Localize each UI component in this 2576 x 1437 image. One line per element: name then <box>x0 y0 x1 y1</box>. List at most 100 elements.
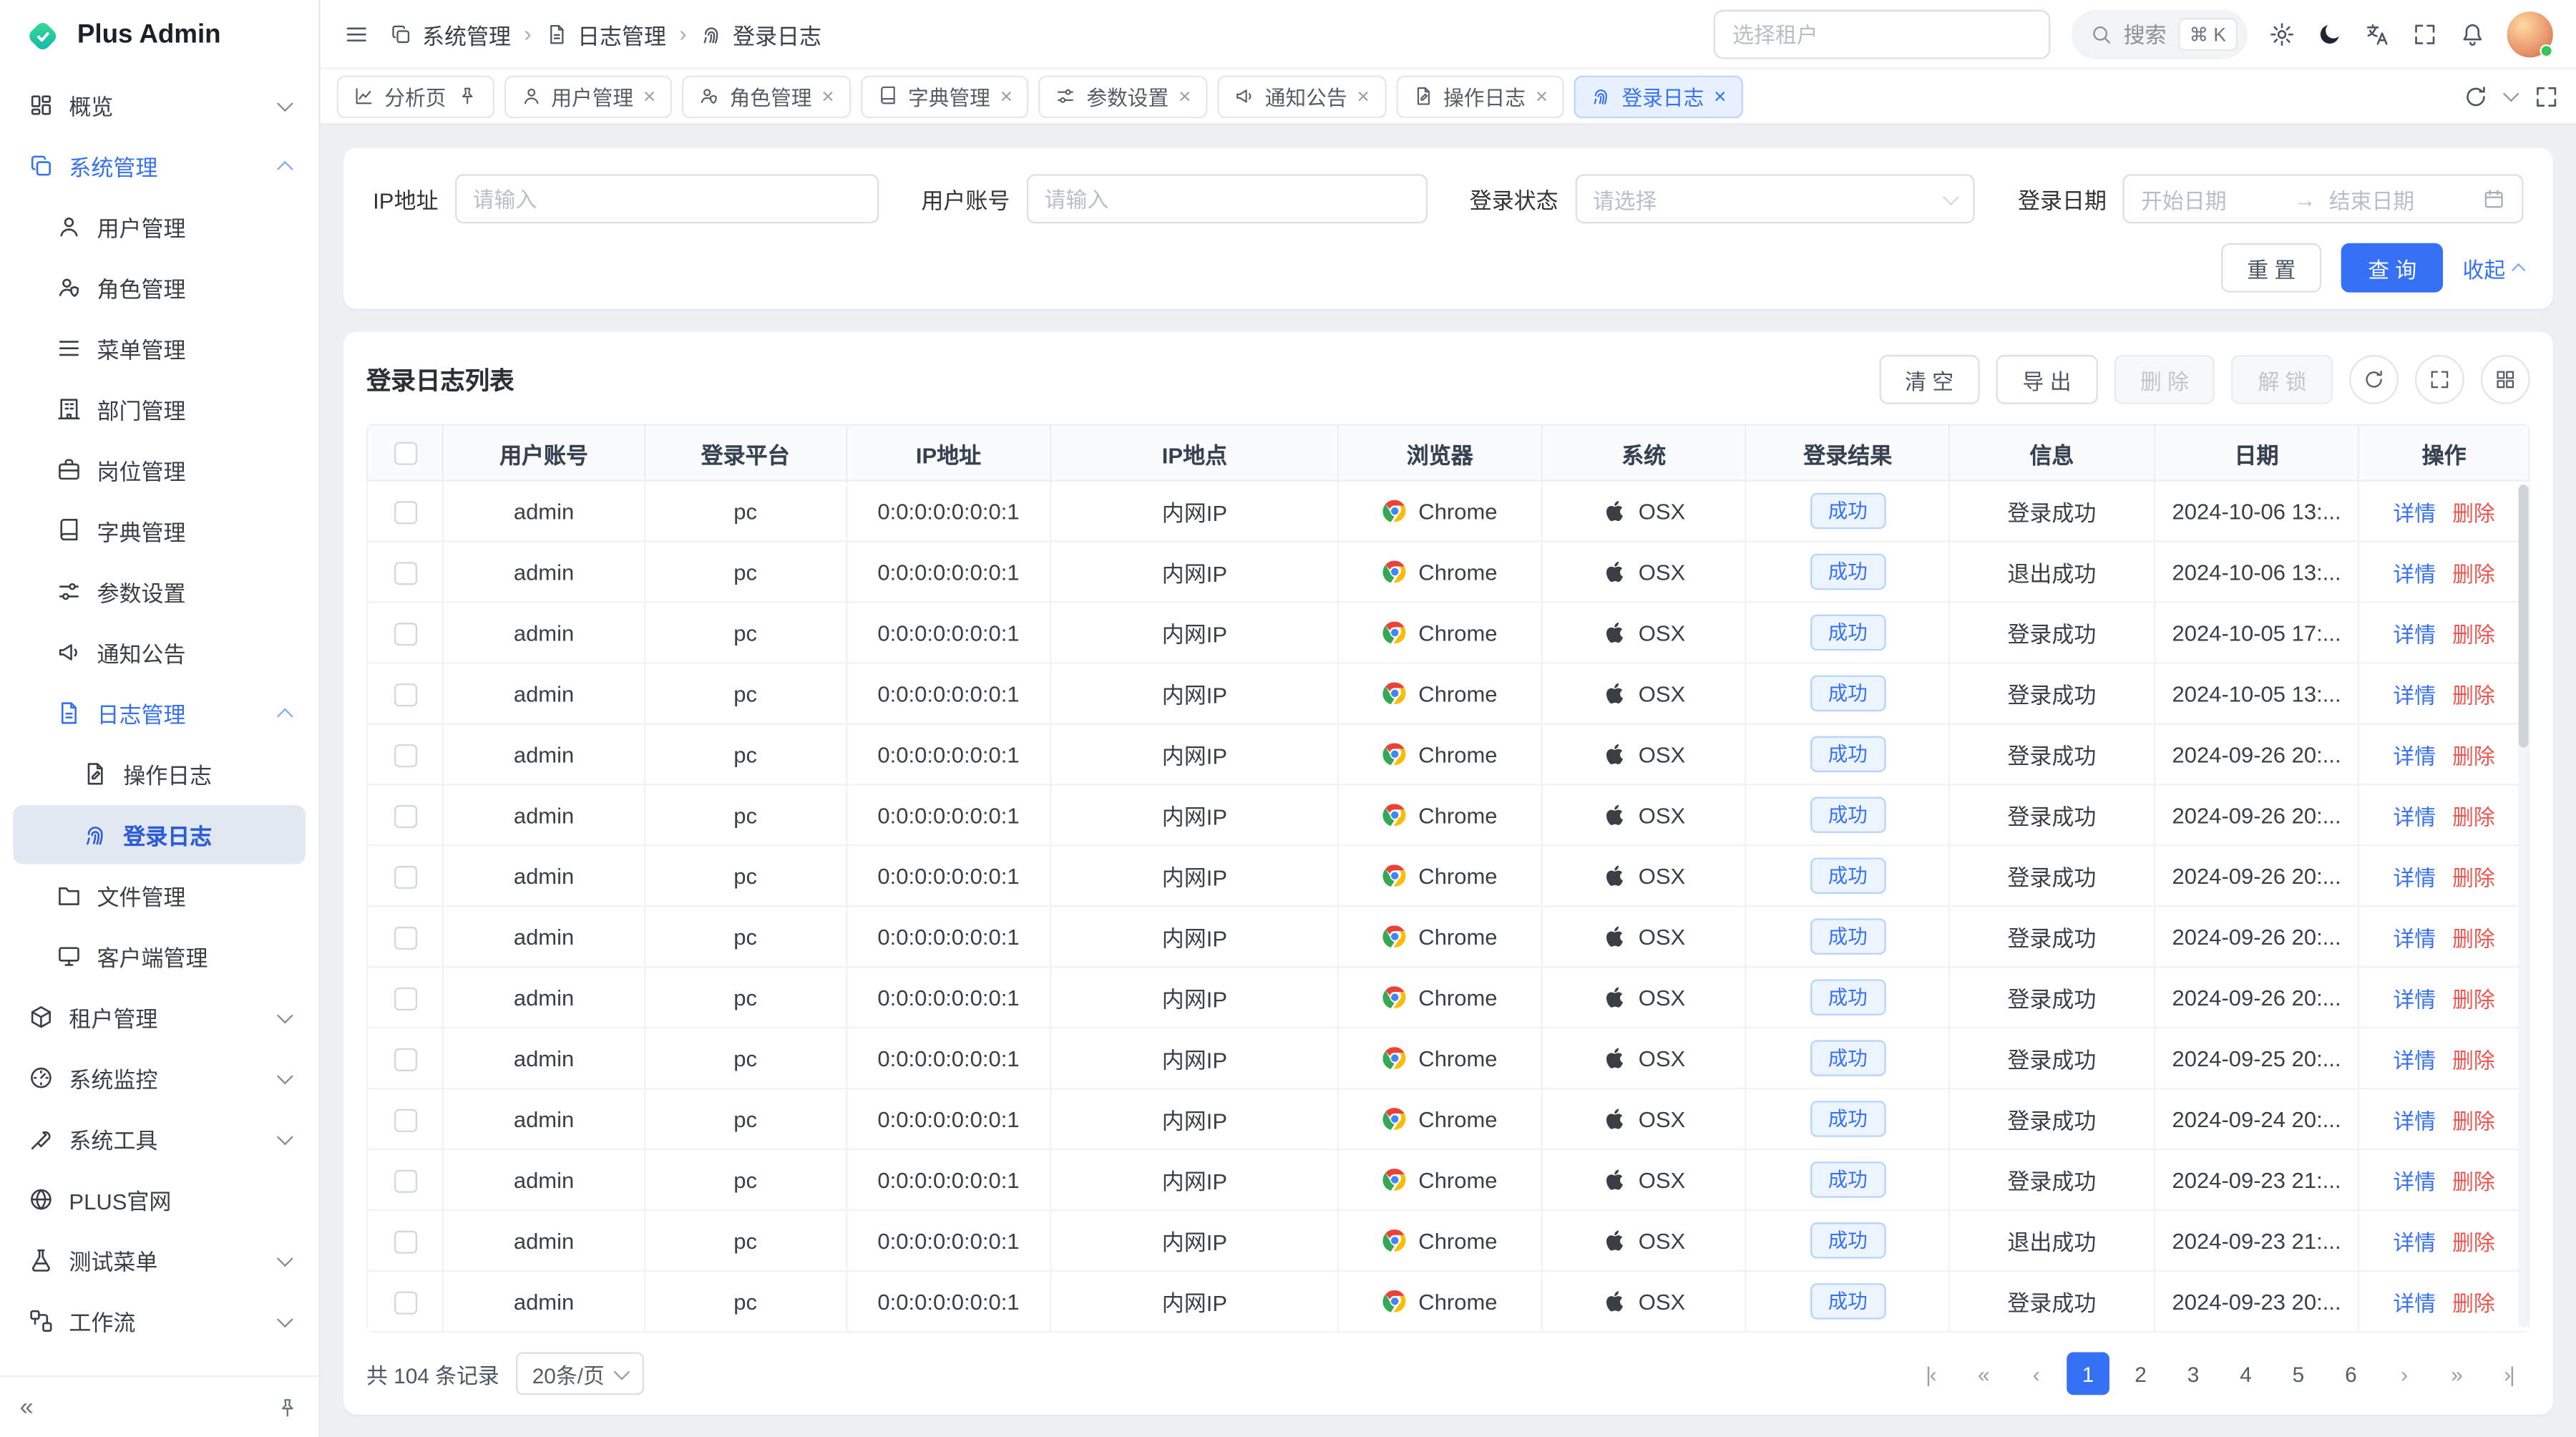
tab-analysis[interactable]: 分析页 <box>337 74 494 117</box>
tab-role[interactable]: 角色管理× <box>682 74 851 117</box>
sidebar-item-operlog[interactable]: 操作日志 <box>13 744 306 804</box>
sidebar-item-post[interactable]: 岗位管理 <box>13 440 306 500</box>
delete-link[interactable]: 删除 <box>2452 683 2495 707</box>
detail-link[interactable]: 详情 <box>2393 804 2436 829</box>
sidebar-item-loginlog[interactable]: 登录日志 <box>13 805 306 864</box>
breadcrumb-item-system[interactable]: 系统管理 <box>389 17 511 50</box>
breadcrumb-item-loginlog[interactable]: 登录日志 <box>700 17 821 50</box>
delete-link[interactable]: 删除 <box>2452 926 2495 950</box>
first-page-button[interactable]: |‹ <box>1909 1353 1952 1395</box>
delete-link[interactable]: 删除 <box>2452 1109 2495 1133</box>
next-pages-button[interactable]: » <box>2435 1353 2478 1395</box>
detail-link[interactable]: 详情 <box>2393 1169 2436 1194</box>
sidebar-item-plus-site[interactable]: PLUS官网 <box>13 1170 306 1229</box>
sidebar-collapse-button[interactable]: « <box>20 1393 34 1421</box>
page-size-select[interactable]: 20条/页 <box>516 1353 644 1395</box>
detail-link[interactable]: 详情 <box>2393 1229 2436 1254</box>
filter-select-status[interactable]: 请选择 <box>1575 174 1976 223</box>
sidebar-item-menu[interactable]: 菜单管理 <box>13 318 306 378</box>
page-button-6[interactable]: 6 <box>2330 1353 2373 1395</box>
row-checkbox[interactable] <box>394 1169 416 1192</box>
settings-button[interactable] <box>2269 21 2296 47</box>
row-checkbox[interactable] <box>394 1291 416 1314</box>
row-checkbox[interactable] <box>394 1230 416 1253</box>
page-button-5[interactable]: 5 <box>2277 1353 2320 1395</box>
tab-dict[interactable]: 字典管理× <box>860 74 1029 117</box>
tab-param[interactable]: 参数设置× <box>1039 74 1208 117</box>
delete-link[interactable]: 删除 <box>2452 744 2495 768</box>
sidebar-item-tenant[interactable]: 租户管理 <box>13 988 306 1047</box>
clear-button[interactable]: 清 空 <box>1878 355 1979 404</box>
scrollbar-thumb[interactable] <box>2519 484 2529 747</box>
detail-link[interactable]: 详情 <box>2393 683 2436 707</box>
table-scrollbar[interactable] <box>2519 484 2529 1328</box>
tab-user[interactable]: 用户管理× <box>504 74 673 117</box>
column-settings-button[interactable] <box>2481 355 2530 404</box>
sidebar-item-test-menu[interactable]: 测试菜单 <box>13 1231 306 1290</box>
page-button-2[interactable]: 2 <box>2119 1353 2162 1395</box>
page-button-4[interactable]: 4 <box>2225 1353 2268 1395</box>
row-checkbox[interactable] <box>394 683 416 706</box>
row-checkbox[interactable] <box>394 1048 416 1071</box>
sidebar-item-role[interactable]: 角色管理 <box>13 258 306 317</box>
detail-link[interactable]: 详情 <box>2393 1290 2436 1315</box>
sidebar-item-log[interactable]: 日志管理 <box>13 683 306 743</box>
tab-close-icon[interactable]: × <box>643 85 655 107</box>
sidebar-item-client[interactable]: 客户端管理 <box>13 927 306 986</box>
next-page-button[interactable]: › <box>2382 1353 2425 1395</box>
delete-link[interactable]: 删除 <box>2452 1169 2495 1194</box>
detail-link[interactable]: 详情 <box>2393 926 2436 950</box>
prev-page-button[interactable]: ‹ <box>2014 1353 2057 1395</box>
dark-mode-toggle[interactable] <box>2316 21 2343 47</box>
delete-link[interactable]: 删除 <box>2452 561 2495 585</box>
row-checkbox[interactable] <box>394 744 416 766</box>
sidebar-item-param[interactable]: 参数设置 <box>13 562 306 621</box>
row-checkbox[interactable] <box>394 562 416 585</box>
prev-pages-button[interactable]: « <box>1961 1353 2004 1395</box>
delete-link[interactable]: 删除 <box>2452 1290 2495 1315</box>
select-all-checkbox[interactable] <box>394 442 416 465</box>
detail-link[interactable]: 详情 <box>2393 987 2436 1011</box>
sidebar-item-user[interactable]: 用户管理 <box>13 198 306 257</box>
detail-link[interactable]: 详情 <box>2393 1048 2436 1072</box>
user-avatar[interactable] <box>2507 11 2553 57</box>
table-refresh-button[interactable] <box>2349 355 2399 404</box>
last-page-button[interactable]: ›| <box>2487 1353 2530 1395</box>
filter-daterange-daterange[interactable]: 开始日期→结束日期 <box>2123 174 2524 223</box>
sidebar-item-overview[interactable]: 概览 <box>13 76 306 135</box>
page-button-1[interactable]: 1 <box>2067 1353 2109 1395</box>
sidebar-item-dept[interactable]: 部门管理 <box>13 379 306 439</box>
app-logo[interactable]: Plus Admin <box>0 0 318 72</box>
tab-close-icon[interactable]: × <box>821 85 834 107</box>
row-checkbox[interactable] <box>394 501 416 524</box>
row-checkbox[interactable] <box>394 926 416 949</box>
row-checkbox[interactable] <box>394 987 416 1010</box>
collapse-filter-link[interactable]: 收起 <box>2463 252 2524 283</box>
delete-link[interactable]: 删除 <box>2452 987 2495 1011</box>
tab-close-icon[interactable]: × <box>1536 85 1548 107</box>
fullscreen-button[interactable] <box>2411 21 2438 47</box>
filter-input-account[interactable] <box>1026 174 1427 223</box>
delete-link[interactable]: 删除 <box>2452 804 2495 829</box>
delete-link[interactable]: 删除 <box>2452 865 2495 890</box>
tab-close-icon[interactable]: × <box>1357 85 1369 107</box>
row-checkbox[interactable] <box>394 623 416 646</box>
tab-operlog[interactable]: 操作日志× <box>1396 74 1565 117</box>
hamburger-menu-button[interactable] <box>343 21 370 47</box>
sidebar-item-notice[interactable]: 通知公告 <box>13 623 306 682</box>
tab-close-icon[interactable]: × <box>1714 85 1726 107</box>
row-checkbox[interactable] <box>394 804 416 827</box>
tab-loginlog[interactable]: 登录日志× <box>1574 74 1743 117</box>
page-button-3[interactable]: 3 <box>2172 1353 2215 1395</box>
sidebar-item-system[interactable]: 系统管理 <box>13 137 306 196</box>
delete-link[interactable]: 删除 <box>2452 1229 2495 1254</box>
tab-options-button[interactable] <box>2503 86 2519 102</box>
delete-link[interactable]: 删除 <box>2452 500 2495 525</box>
sidebar-item-dict[interactable]: 字典管理 <box>13 501 306 560</box>
export-button[interactable]: 导 出 <box>1996 355 2097 404</box>
detail-link[interactable]: 详情 <box>2393 1109 2436 1133</box>
sidebar-item-monitor[interactable]: 系统监控 <box>13 1048 306 1108</box>
pin-icon[interactable] <box>276 1395 299 1418</box>
tenant-select[interactable]: 选择租户 <box>1713 9 2050 59</box>
language-button[interactable] <box>2364 21 2391 47</box>
